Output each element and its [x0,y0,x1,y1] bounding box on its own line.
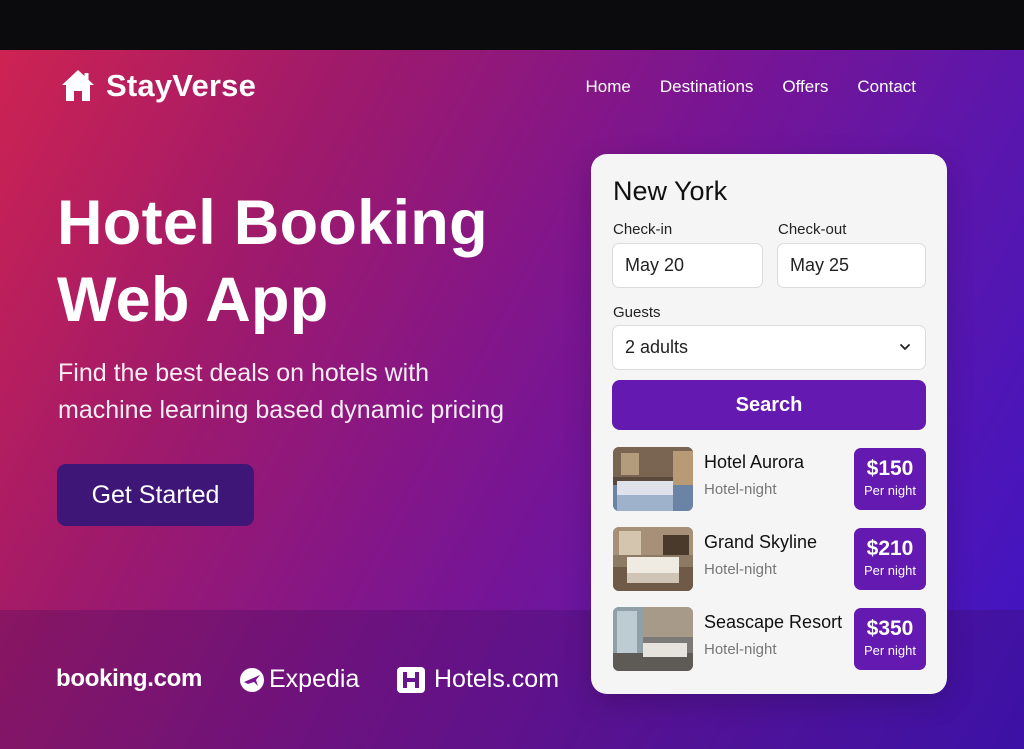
expedia-plane-icon [240,667,264,692]
hotel-name: Seascape Resort [704,612,843,632]
destination-city: New York [613,176,728,206]
hero-subtitle-line-2: machine learning based dynamic pricing [58,396,505,424]
hotel-result-seascape-resort[interactable]: Seascape Resort Hotel-night $350 Per nig… [613,607,927,671]
hotel-type: Hotel-night [704,481,777,498]
hero-title-line-2: Web App [57,265,329,335]
price-badge: $350 Per night [854,608,926,670]
hero-title: Hotel Booking Web App [57,185,557,339]
checkin-label: Check-in [613,221,673,238]
expedia-text: Expedia [269,665,360,693]
hotel-name: Hotel Aurora [704,452,805,472]
hotel-price: $350 [866,617,914,640]
checkin-value: May 20 [625,255,685,275]
nav-offers[interactable]: Offers [782,77,828,97]
hotels-h-icon [397,666,425,693]
hero-subtitle-line-1: Find the best deals on hotels with [58,359,430,387]
price-badge: $210 Per night [854,528,926,590]
main-nav: Home Destinations Offers Contact [586,77,917,97]
checkout-field[interactable]: May 25 [777,243,926,288]
house-icon [62,70,94,101]
hotel-type: Hotel-night [704,641,777,658]
hero-subtitle: Find the best deals on hotels with machi… [58,355,558,429]
hotels-logo: Hotels.com [396,665,559,694]
price-badge: $150 Per night [854,448,926,510]
guests-select[interactable]: 2 adults [612,325,926,370]
price-unit: Per night [863,483,917,498]
nav-destinations[interactable]: Destinations [660,77,754,97]
brand-logo[interactable]: StayVerse [60,68,256,104]
nav-contact[interactable]: Contact [857,77,916,97]
hero-section: StayVerse Home Destinations Offers Conta… [0,50,1024,749]
booking-card: New York Check-in May 20 Check-out May 2… [591,154,947,694]
hotel-result-grand-skyline[interactable]: Grand Skyline Hotel-night $210 Per night [613,527,927,591]
search-button[interactable]: Search [612,380,926,430]
chevron-down-icon [900,344,910,350]
hotel-photo [613,607,693,671]
hotel-price: $210 [866,537,914,560]
nav-home[interactable]: Home [586,77,631,97]
hotel-price: $150 [866,457,914,480]
hero-title-line-1: Hotel Booking [57,188,488,258]
window-top-bar [0,0,1024,50]
brand-name: StayVerse [106,68,257,103]
hotel-result-aurora[interactable]: Hotel Aurora Hotel-night $150 Per night [613,447,927,511]
hotels-text: Hotels.com [434,665,560,693]
price-unit: Per night [863,643,917,658]
price-unit: Per night [863,563,917,578]
hotel-photo [613,447,693,511]
checkin-field[interactable]: May 20 [612,243,763,288]
booking-logo: booking.com [56,665,203,692]
hotel-photo [613,527,693,591]
expedia-logo: Expedia [239,665,359,694]
hotel-type: Hotel-night [704,561,777,578]
checkout-label: Check-out [778,221,847,238]
checkout-value: May 25 [790,255,850,275]
hotel-name: Grand Skyline [704,532,818,552]
guests-value: 2 adults [625,337,689,357]
get-started-button[interactable]: Get Started [57,464,254,526]
guests-label: Guests [613,304,661,321]
